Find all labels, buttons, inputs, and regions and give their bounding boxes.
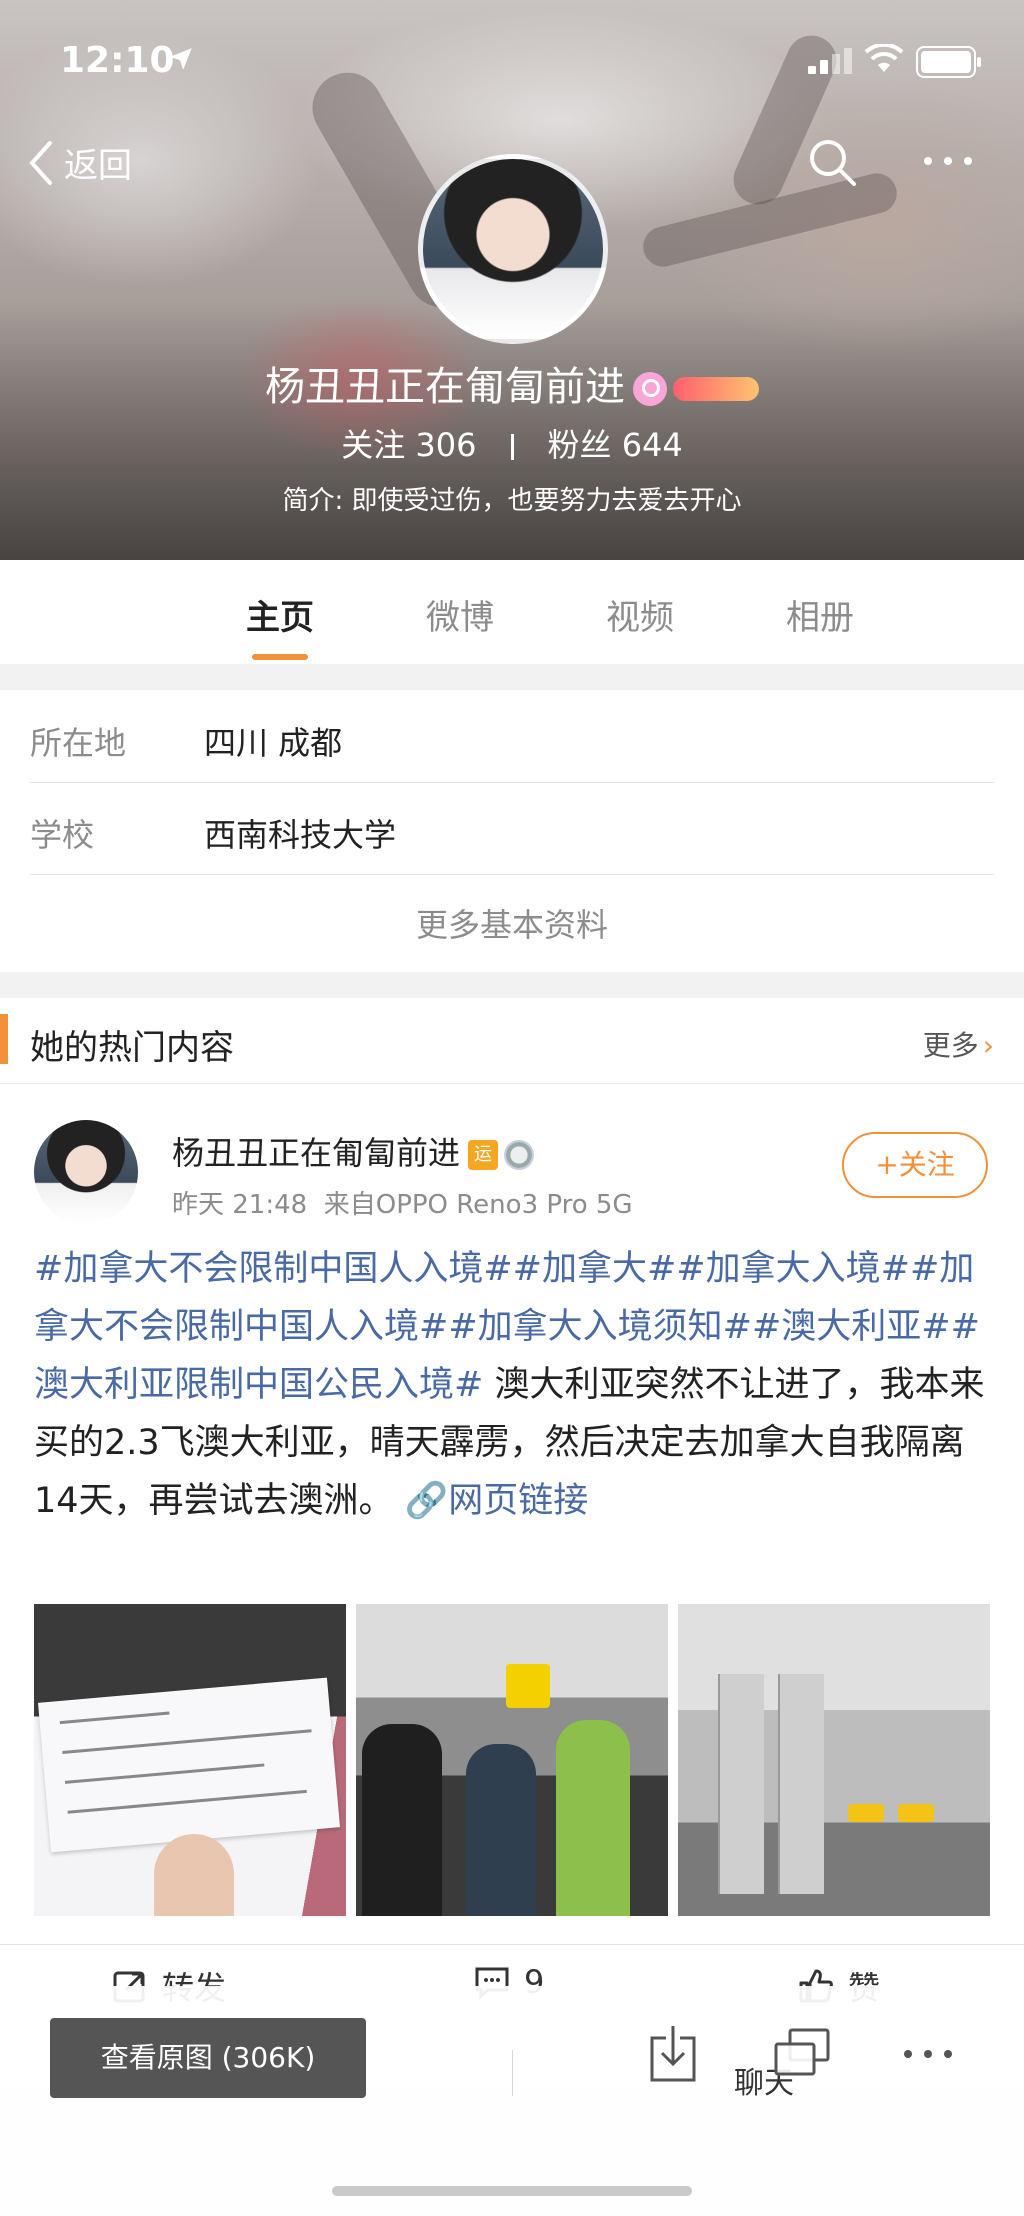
basic-info-card: 所在地 四川 成都 学校 西南科技大学 更多基本资料 [0,690,1024,972]
followers-stat[interactable]: 粉丝 644 [548,426,683,464]
boarding-pass-shape [38,1677,340,1853]
membership-badge-icon [673,377,759,401]
chevron-left-icon [29,140,52,185]
yun-badge-icon: 运 [468,1140,499,1170]
back-button[interactable]: 返回 [26,138,132,187]
ticket-text-line [62,1729,312,1754]
post-image-airport-curb[interactable] [678,1604,990,1916]
post-image-boarding-pass[interactable] [34,1604,346,1916]
tab-album[interactable]: 相册 [730,560,910,664]
more-options-icon[interactable] [920,146,976,176]
pillar-shape [718,1674,764,1894]
hot-content-more-link[interactable]: 更多 › [923,1024,994,1064]
info-value: 四川 成都 [204,724,343,762]
search-icon[interactable] [806,136,858,188]
hot-content-title: 她的热门内容 [30,1028,234,1068]
status-time: 12:10 [60,40,175,81]
more-label: 更多 [922,1029,979,1062]
post-text: #加拿大不会限制中国人入境##加拿大##加拿大入境##加拿大不会限制中国人入境#… [34,1240,994,1530]
post-meta: 昨天 21:48 来自OPPO Reno3 Pro 5G [172,1184,633,1221]
medal-badge-icon [504,1140,535,1170]
info-row-school: 学校 西南科技大学 [0,782,1024,874]
person-shape [362,1724,442,1916]
tab-video[interactable]: 视频 [550,560,730,664]
gallery-layers-icon[interactable] [772,2026,832,2082]
hand-shape [154,1834,234,1916]
taxi-shape [848,1804,884,1822]
ticket-text-line [64,1763,265,1784]
post-source: 来自OPPO Reno3 Pro 5G [323,1190,633,1220]
view-original-image-button[interactable]: 查看原图 (306K) [50,2018,366,2098]
profile-tabs: 主页 微博 视频 相册 [0,560,1024,664]
status-bar: 12:10 [0,0,1024,120]
info-key: 学校 [30,816,95,854]
profile-avatar[interactable] [418,154,608,344]
followers-label: 粉丝 [547,426,612,464]
post-author-row: 杨丑丑正在匍匐前进运 [172,1128,535,1174]
following-stat[interactable]: 关注 306 [341,426,476,464]
link-label: 网页链接 [448,1481,589,1521]
stats-divider [510,434,514,460]
wifi-icon [864,44,904,72]
person-shape [556,1720,630,1916]
link-icon: 🔗 [404,1481,449,1521]
post-author-avatar[interactable] [34,1120,138,1224]
profile-name-row: 杨丑丑正在匍匐前进 [0,354,1024,412]
chevron-right-icon: › [982,1029,994,1062]
back-label: 返回 [64,146,132,186]
pillar-shape [778,1674,824,1894]
airport-sign-shape [506,1664,550,1708]
cellular-signal-icon [808,48,852,74]
taxi-shape [898,1804,934,1822]
divider [512,2050,513,2096]
bottom-toolbar: 查看原图 (306K) 聊天 [0,1986,1024,2216]
more-basic-info-link[interactable]: 更多基本资料 [0,900,1024,946]
following-count: 306 [415,426,477,464]
follow-button[interactable]: +关注 [842,1132,988,1198]
post-web-link[interactable]: 🔗网页链接 [405,1481,589,1521]
following-label: 关注 [341,426,406,464]
hot-content-header: 她的热门内容 更多 › [0,998,1024,1084]
post-author-name[interactable]: 杨丑丑正在匍匐前进 [172,1134,460,1172]
section-accent-bar [0,1014,8,1064]
info-row-location: 所在地 四川 成都 [0,690,1024,782]
person-shape [466,1744,536,1916]
home-indicator[interactable] [332,2186,692,2196]
info-key: 所在地 [30,724,127,762]
post-image-airport-queue[interactable] [356,1604,668,1916]
profile-bio: 简介: 即使受过伤，也要努力去爱去开心 [282,486,742,516]
battery-icon [916,46,981,78]
followers-count: 644 [621,426,683,464]
weibo-post: 杨丑丑正在匍匐前进运 昨天 21:48 来自OPPO Reno3 Pro 5G … [0,1084,1024,2090]
divider [30,874,994,875]
ticket-text-line [67,1789,307,1814]
ticket-text-line [59,1711,170,1725]
post-time: 昨天 21:48 [172,1190,308,1220]
verified-badge-icon [633,372,667,406]
location-arrow-icon [170,48,192,70]
info-value: 西南科技大学 [204,816,397,854]
profile-name: 杨丑丑正在匍匐前进 [265,364,625,410]
tab-home[interactable]: 主页 [190,560,370,664]
more-options-icon[interactable] [900,2044,956,2064]
download-icon[interactable] [646,2024,700,2084]
follow-stats: 关注 306 粉丝 644 [0,420,1024,466]
tab-weibo[interactable]: 微博 [370,560,550,664]
